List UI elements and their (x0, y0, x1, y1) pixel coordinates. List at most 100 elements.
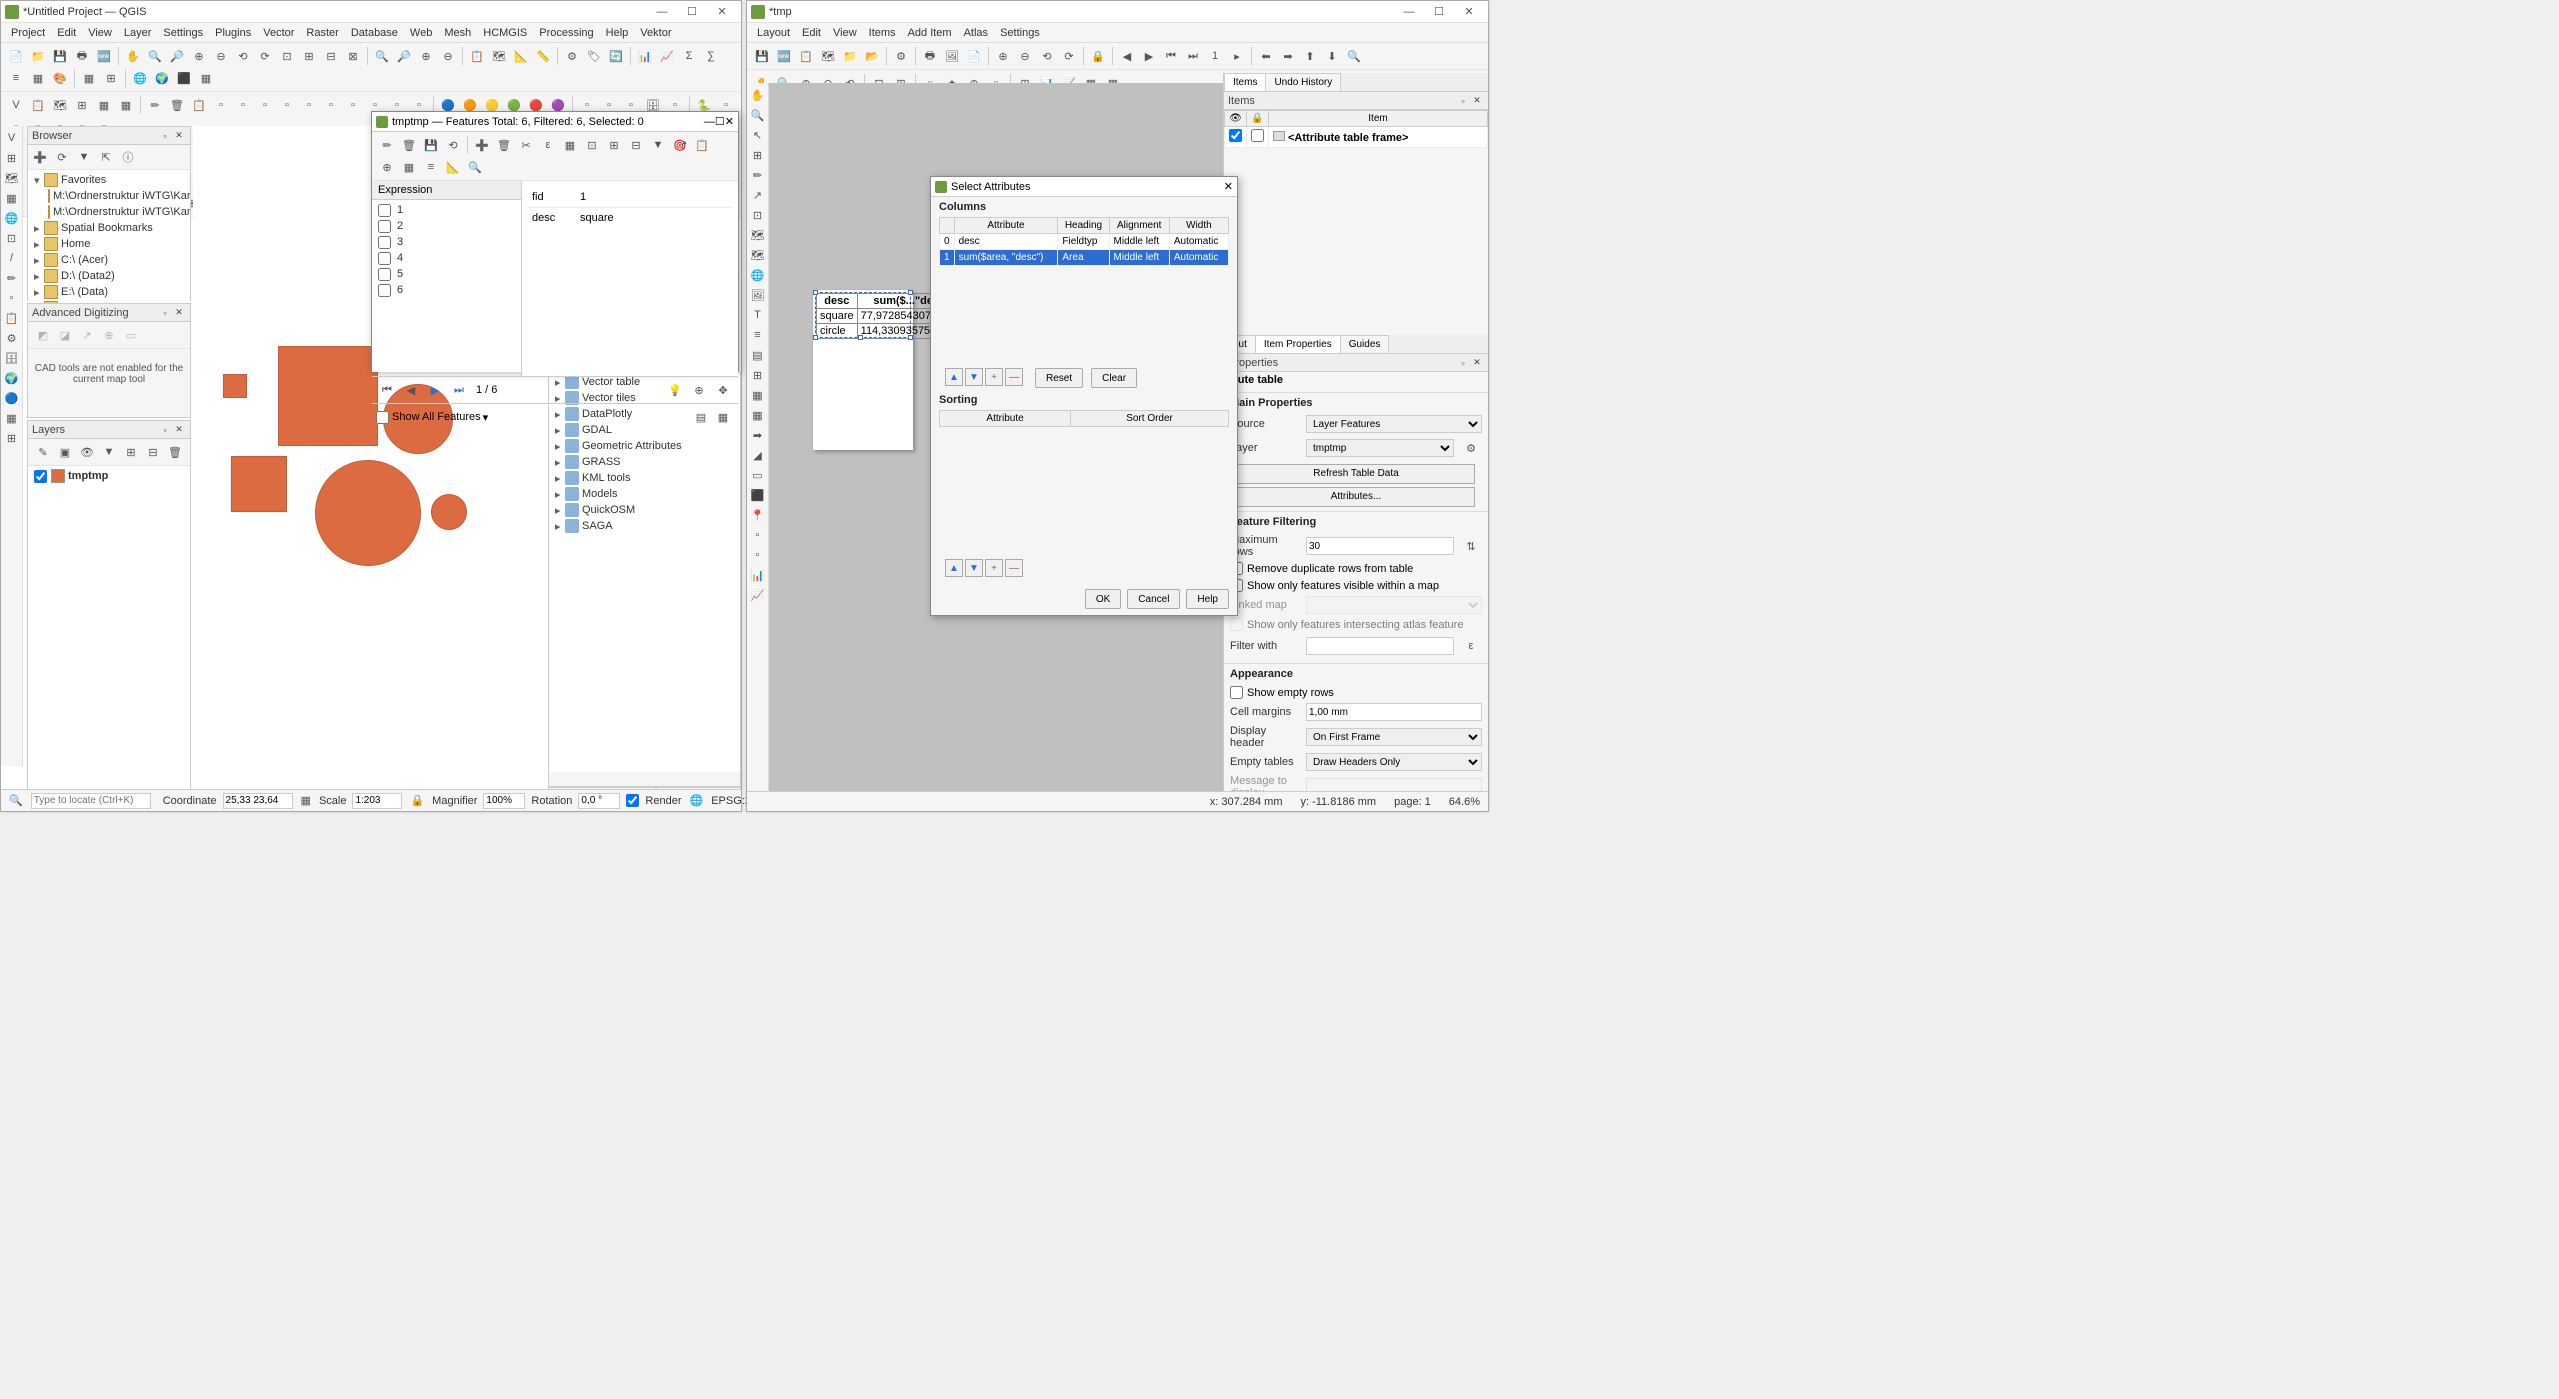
toolbar-icon[interactable]: ⊞ (101, 68, 121, 88)
toolbar-icon[interactable]: ◢ (749, 446, 767, 464)
source-select[interactable]: Layer Features (1306, 415, 1482, 433)
locator-input[interactable] (31, 793, 151, 809)
prev-icon[interactable]: ◀ (401, 380, 421, 400)
toolbar-icon[interactable]: 🗑 (494, 135, 514, 155)
processing-item[interactable]: ▸KML tools (551, 470, 738, 486)
menu-settings[interactable]: Settings (994, 25, 1046, 41)
toolbar-icon[interactable]: ▸ (1227, 46, 1247, 66)
toolbar-icon[interactable]: ✂ (516, 135, 536, 155)
toolbar-icon[interactable]: ▦ (116, 95, 136, 115)
item-visible-checkbox[interactable] (1229, 129, 1242, 142)
menu-items[interactable]: Items (863, 25, 902, 41)
menu-help[interactable]: Help (600, 25, 635, 41)
lock-icon[interactable]: 🔒 (409, 791, 425, 811)
toolbar-icon[interactable]: ▫ (3, 289, 21, 307)
close-button[interactable]: ✕ (1224, 180, 1233, 193)
toolbar-icon[interactable]: 📊 (749, 566, 767, 584)
toolbar-icon[interactable]: 📁 (840, 46, 860, 66)
column-row[interactable]: 0 desc Fieldtyp Middle left Automatic (940, 234, 1229, 250)
menu-edit[interactable]: Edit (796, 25, 827, 41)
toolbar-icon[interactable]: ⊖ (1015, 46, 1035, 66)
toolbar-icon[interactable]: ▦ (196, 68, 216, 88)
toolbar-icon[interactable]: ▦ (749, 386, 767, 404)
item-row[interactable]: <Attribute table frame> (1225, 127, 1488, 148)
ok-button[interactable]: OK (1085, 589, 1121, 609)
toolbar-icon[interactable]: 💾 (50, 46, 70, 66)
clear-button[interactable]: Clear (1091, 368, 1137, 388)
toolbar-icon[interactable]: 📋 (28, 95, 48, 115)
toolbar-icon[interactable]: 🗄 (3, 349, 21, 367)
toolbar-icon[interactable]: 🌐 (130, 68, 150, 88)
toolbar-icon[interactable]: ⊞ (3, 429, 21, 447)
toolbar-icon[interactable]: 🌍 (152, 68, 172, 88)
toolbar-icon[interactable]: / (3, 249, 21, 267)
toolbar-icon[interactable]: 📍 (749, 506, 767, 524)
toolbar-icon[interactable]: 🖼 (749, 286, 767, 304)
toolbar-icon[interactable]: 🗑 (399, 135, 419, 155)
sorting-table[interactable]: Attribute Sort Order (939, 410, 1229, 427)
browser-item[interactable]: ▸Spatial Bookmarks (30, 220, 188, 236)
toolbar-icon[interactable]: ⊞ (299, 46, 319, 66)
highlight-icon[interactable]: 💡 (665, 380, 685, 400)
toolbar-icon[interactable]: 🆕 (774, 46, 794, 66)
panel-close-icon[interactable]: ✕ (1470, 356, 1484, 370)
status-zoom[interactable]: 64.6% (1449, 796, 1480, 808)
attribute-table-frame[interactable]: descsum($..."desc") square77,97285430747… (815, 292, 911, 338)
toolbar-icon[interactable]: 📊 (635, 46, 655, 66)
menu-database[interactable]: Database (345, 25, 404, 41)
toolbar-icon[interactable]: ▦ (399, 157, 419, 177)
cell-attr[interactable]: sum($area, "desc") (954, 250, 1058, 266)
filter-with-input[interactable] (1306, 637, 1454, 655)
toolbar-icon[interactable]: ✏ (377, 135, 397, 155)
cell-heading[interactable]: Area (1058, 250, 1109, 266)
toolbar-icon[interactable]: 📐 (511, 46, 531, 66)
toolbar-icon[interactable]: 📋 (796, 46, 816, 66)
table-view-icon[interactable]: ▦ (713, 407, 733, 427)
toolbar-icon[interactable]: ▦ (94, 95, 114, 115)
feature-row[interactable]: 5 (374, 266, 519, 282)
cell-margins-input[interactable] (1306, 703, 1482, 721)
toolbar-icon[interactable]: ⚙ (891, 46, 911, 66)
move-up-button[interactable]: ▲ (945, 559, 963, 577)
toolbar-icon[interactable]: ⟳ (1059, 46, 1079, 66)
panel-float-icon[interactable]: ▫ (158, 423, 172, 437)
browser-item[interactable]: ▸Home (30, 236, 188, 252)
layer-visibility-checkbox[interactable] (34, 470, 47, 483)
menu-raster[interactable]: Raster (300, 25, 344, 41)
processing-item[interactable]: ▸SAGA (551, 518, 738, 534)
style-icon[interactable]: ✎ (33, 442, 53, 462)
panel-close-icon[interactable]: ✕ (172, 129, 186, 143)
toolbar-icon[interactable]: ▼ (648, 135, 668, 155)
first-icon[interactable]: ⏮ (377, 380, 397, 400)
toolbar-icon[interactable]: ▦ (79, 68, 99, 88)
help-button[interactable]: Help (1186, 589, 1229, 609)
toolbar-icon[interactable]: ⬛ (749, 486, 767, 504)
toolbar-icon[interactable]: ⬛ (174, 68, 194, 88)
toolbar-icon[interactable]: 📐 (443, 157, 463, 177)
display-header-select[interactable]: On First Frame (1306, 728, 1482, 746)
toolbar-icon[interactable]: ▤ (749, 346, 767, 364)
expand-icon[interactable]: ⊞ (121, 442, 141, 462)
toolbar-icon[interactable]: ⊖ (211, 46, 231, 66)
panel-float-icon[interactable]: ▫ (1456, 94, 1470, 108)
show-empty-checkbox[interactable] (1230, 686, 1243, 699)
item-lock-checkbox[interactable] (1251, 129, 1264, 142)
toolbar-icon[interactable]: ▫ (299, 95, 319, 115)
toolbar-icon[interactable]: 🌐 (3, 209, 21, 227)
remove-button[interactable]: — (1005, 559, 1023, 577)
menu-project[interactable]: Project (5, 25, 51, 41)
menu-atlas[interactable]: Atlas (958, 25, 994, 41)
toolbar-icon[interactable]: 🔎 (394, 46, 414, 66)
toolbar-icon[interactable]: ⊕ (416, 46, 436, 66)
toolbar-icon[interactable]: ⟲ (443, 135, 463, 155)
refresh-table-button[interactable]: Refresh Table Data (1237, 464, 1475, 484)
toolbar-icon[interactable]: 🔍 (749, 106, 767, 124)
layout-page[interactable]: descsum($..."desc") square77,97285430747… (813, 290, 913, 450)
panel-float-icon[interactable]: ▫ (1456, 356, 1470, 370)
toolbar-icon[interactable]: 🆕 (94, 46, 114, 66)
extent-icon[interactable]: ▦ (300, 791, 312, 811)
toolbar-icon[interactable]: 🔍 (465, 157, 485, 177)
resize-handle[interactable] (908, 290, 913, 295)
menu-hcmgis[interactable]: HCMGIS (477, 25, 533, 41)
toolbar-icon[interactable]: ⊞ (604, 135, 624, 155)
